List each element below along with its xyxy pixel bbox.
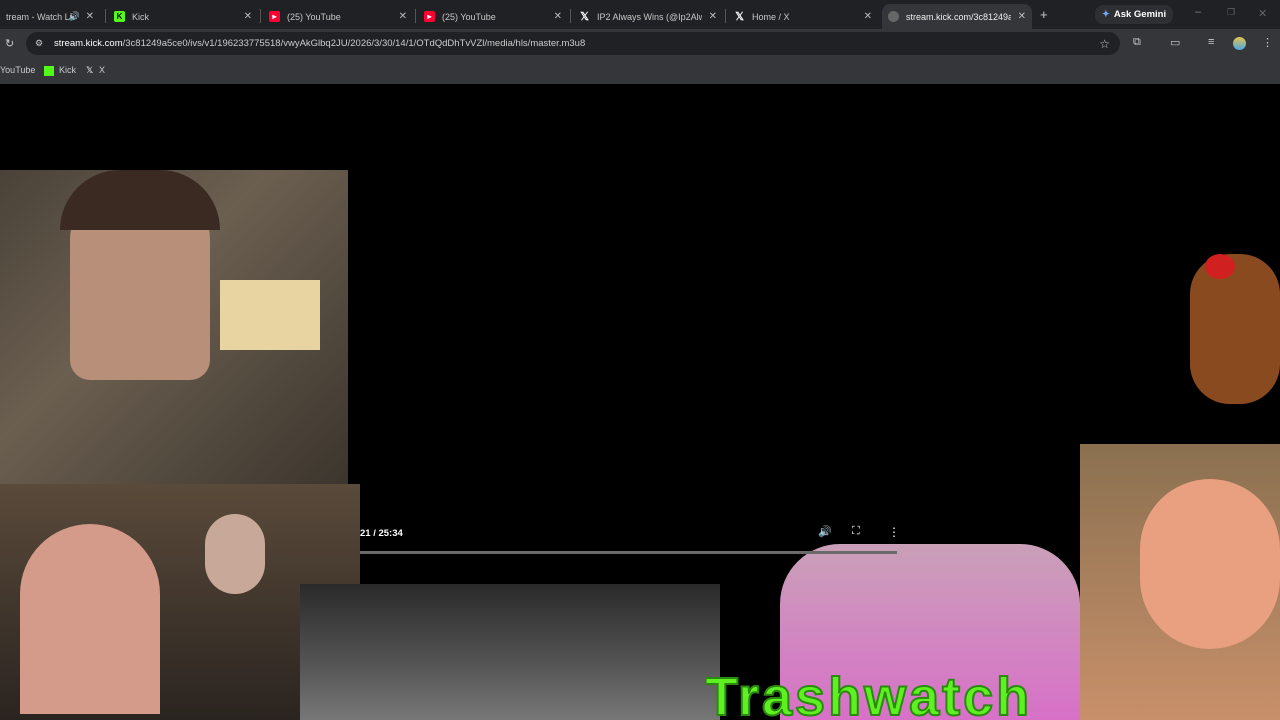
ask-gemini-button[interactable]: ✦ Ask Gemini	[1095, 5, 1173, 24]
tab-ip2[interactable]: 𝕏 IP2 Always Wins (@Ip2Alwa ✕	[573, 4, 723, 29]
tab-youtube-2[interactable]: ▸ (25) YouTube ✕	[418, 4, 568, 29]
close-window-button[interactable]: ✕	[1258, 7, 1267, 20]
restore-button[interactable]: ❐	[1227, 7, 1235, 18]
trashwatch-logo: Trashwatch	[705, 674, 1033, 720]
tab-stream-active[interactable]: stream.kick.com/3c81249a5 ✕	[882, 4, 1032, 29]
divider	[415, 9, 416, 23]
kick-icon: K	[114, 11, 125, 22]
x-icon: 𝕏	[735, 11, 744, 23]
paper-bag	[220, 280, 320, 350]
tab-title: (25) YouTube	[442, 11, 496, 22]
person-middle	[205, 514, 265, 594]
profile-avatar[interactable]	[1233, 37, 1246, 50]
more-options-icon[interactable]: ⋮	[888, 525, 900, 539]
tab-strip: tream - Watch Liv 🔊 ✕ K Kick ✕ ▸ (25) YouTube…	[0, 0, 1280, 29]
bookmark-kick[interactable]: Kick	[59, 65, 76, 75]
kick-icon	[44, 66, 54, 76]
tab-title: Home / X	[752, 11, 790, 22]
tab-home-x[interactable]: 𝕏 Home / X ✕	[728, 4, 878, 29]
person-left	[20, 524, 160, 714]
globe-icon	[888, 11, 899, 22]
x-icon: 𝕏	[86, 65, 94, 75]
address-bar[interactable]: ⚙ stream.kick.com/3c81249a5ce0/ivs/v1/19…	[26, 32, 1120, 55]
minimize-button[interactable]: –	[1195, 6, 1201, 18]
audio-icon[interactable]: 🔊	[69, 11, 80, 22]
youtube-icon: ▸	[424, 11, 435, 22]
tab-title: tream - Watch Liv	[6, 11, 77, 22]
close-icon[interactable]: ✕	[86, 11, 94, 22]
close-icon[interactable]: ✕	[399, 11, 407, 22]
youtube-icon: ▸	[269, 11, 280, 22]
divider	[570, 9, 571, 23]
volume-icon[interactable]: 🔊	[818, 525, 832, 538]
fullscreen-icon[interactable]: ⛶	[852, 525, 860, 538]
video-player[interactable]: Trashwatch 21 / 25:34 🔊 ⛶ ⋮	[0, 84, 1280, 720]
tab-stream[interactable]: tream - Watch Liv 🔊 ✕	[0, 4, 100, 29]
menu-icon[interactable]: ⋮	[1262, 36, 1273, 49]
divider	[105, 9, 106, 23]
reload-icon[interactable]: ↻	[5, 37, 14, 50]
bookmarks-bar: YouTube Kick 𝕏 X	[0, 58, 1280, 84]
tab-title: (25) YouTube	[287, 11, 341, 22]
bookmark-youtube[interactable]: YouTube	[0, 65, 35, 75]
site-info-icon[interactable]: ⚙	[35, 38, 43, 49]
close-icon[interactable]: ✕	[864, 11, 872, 22]
trash-bags	[300, 584, 720, 720]
extensions-icon[interactable]: ⧉	[1133, 36, 1141, 49]
new-tab-button[interactable]: +	[1040, 7, 1048, 22]
person-right	[1140, 479, 1280, 649]
tab-title: Kick	[132, 11, 150, 22]
tab-title: stream.kick.com/3c81249a5	[906, 11, 1011, 22]
hair	[60, 170, 220, 230]
close-icon[interactable]: ✕	[1018, 11, 1026, 22]
url-host: stream.kick.com	[54, 38, 123, 49]
gemini-icon: ✦	[1101, 9, 1110, 20]
rooster	[1190, 254, 1280, 404]
tab-title: IP2 Always Wins (@Ip2Alwa	[597, 11, 702, 22]
toolbar: ↻ ⚙ stream.kick.com/3c81249a5ce0/ivs/v1/…	[0, 29, 1280, 58]
ask-gemini-label: Ask Gemini	[1113, 9, 1167, 20]
tab-youtube-1[interactable]: ▸ (25) YouTube ✕	[263, 4, 413, 29]
bookmark-x[interactable]: X	[99, 65, 105, 75]
divider	[260, 9, 261, 23]
side-panel-icon[interactable]: ▭	[1170, 36, 1180, 49]
x-icon: 𝕏	[580, 11, 589, 23]
divider	[725, 9, 726, 23]
progress-bar[interactable]	[360, 551, 897, 554]
bookmark-star-icon[interactable]: ☆	[1099, 37, 1110, 51]
url-path: /3c81249a5ce0/ivs/v1/196233775518/vwyAkG…	[122, 38, 586, 49]
webcam-overlay	[0, 170, 348, 498]
time-display: 21 / 25:34	[360, 528, 403, 539]
close-icon[interactable]: ✕	[554, 11, 562, 22]
reading-list-icon[interactable]: ≡	[1208, 36, 1214, 48]
close-icon[interactable]: ✕	[709, 11, 717, 22]
close-icon[interactable]: ✕	[244, 11, 252, 22]
tab-kick[interactable]: K Kick ✕	[108, 4, 258, 29]
